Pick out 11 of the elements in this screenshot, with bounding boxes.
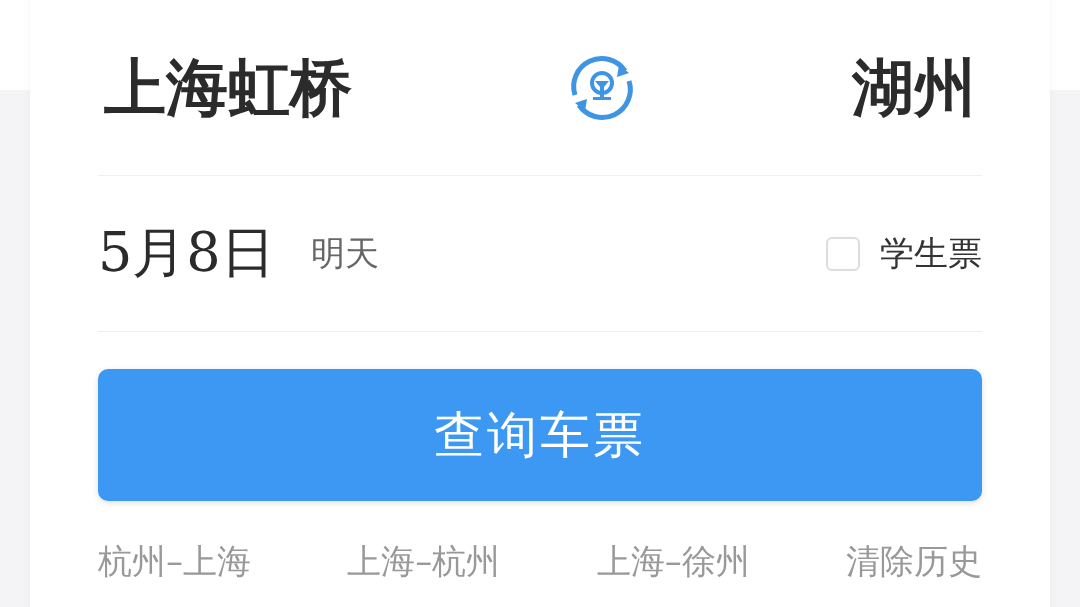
checkbox[interactable] — [826, 236, 860, 271]
clear-history-link[interactable]: 清除历史 — [846, 539, 982, 585]
history-route[interactable]: 上海–徐州 — [596, 539, 750, 585]
history-route[interactable]: 上海–杭州 — [347, 539, 501, 585]
student-ticket-label[interactable]: 学生票 — [880, 230, 982, 277]
departure-station[interactable]: 上海虹桥 — [104, 45, 352, 130]
arrival-station[interactable]: 湖州 — [852, 45, 976, 130]
date-hint: 明天 — [310, 231, 379, 275]
search-button[interactable]: 查询车票 — [98, 369, 982, 501]
history-route[interactable]: 杭州–上海 — [98, 539, 251, 585]
travel-date[interactable]: 5月8日 — [98, 217, 275, 290]
